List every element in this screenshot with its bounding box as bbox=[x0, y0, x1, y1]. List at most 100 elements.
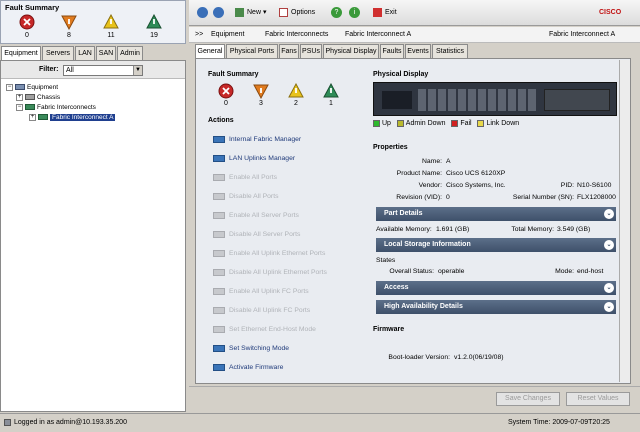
tab-fans[interactable]: Fans bbox=[279, 44, 299, 58]
forward-button[interactable] bbox=[213, 6, 224, 20]
product-name-label: Product Name: bbox=[396, 170, 442, 177]
action-disable-all-uplink-fc-ports[interactable]: Disable All Uplink FC Ports bbox=[213, 306, 310, 316]
chevron-down-icon[interactable]: ▼ bbox=[133, 66, 142, 75]
chassis-icon bbox=[25, 94, 35, 101]
chevron-down-icon[interactable]: ⌄ bbox=[604, 209, 614, 219]
firmware-title: Firmware bbox=[373, 326, 405, 333]
expand-icon[interactable]: + bbox=[16, 93, 23, 101]
options-button[interactable]: Options bbox=[279, 6, 315, 20]
tab-lan[interactable]: LAN bbox=[75, 46, 95, 60]
breadcrumb-prefix: >> bbox=[195, 31, 204, 38]
tab-general[interactable]: General bbox=[195, 44, 225, 58]
action-enable-all-uplink-ethernet-ports[interactable]: Enable All Uplink Ethernet Ports bbox=[213, 249, 325, 259]
expand-icon[interactable]: + bbox=[29, 113, 36, 121]
major-fault-icon[interactable] bbox=[61, 14, 77, 30]
critical-fault-icon[interactable] bbox=[19, 14, 35, 30]
minor-fault-icon[interactable] bbox=[103, 14, 119, 30]
forward-arrow-icon bbox=[213, 6, 224, 18]
pid-value: N10-S6100 bbox=[577, 182, 612, 189]
vendor-value: Cisco Systems, Inc. bbox=[446, 182, 506, 189]
port-legend: Up Admin Down Fail Link Down bbox=[373, 120, 519, 127]
admin-down-swatch bbox=[396, 120, 404, 127]
access-bar[interactable]: Access ⌄ bbox=[376, 281, 616, 295]
warning-fault-icon[interactable] bbox=[146, 14, 162, 30]
back-button[interactable] bbox=[197, 6, 208, 20]
states-label: States bbox=[376, 257, 396, 264]
major-fault-icon[interactable] bbox=[253, 83, 269, 99]
action-enable-all-ports[interactable]: Enable All Ports bbox=[213, 173, 277, 183]
action-enable-all-uplink-fc-ports[interactable]: Enable All Uplink FC Ports bbox=[213, 287, 309, 297]
tab-psus[interactable]: PSUs bbox=[300, 44, 322, 58]
new-menu-button[interactable]: New ▾ bbox=[235, 6, 266, 20]
left-fault-summary: Fault Summary 0 8 11 19 bbox=[0, 0, 186, 44]
exit-button[interactable]: Exit bbox=[373, 6, 397, 20]
tab-events[interactable]: Events bbox=[405, 44, 431, 58]
legend-up: Up bbox=[373, 120, 391, 127]
equipment-icon bbox=[15, 84, 25, 91]
action-disable-all-ports[interactable]: Disable All Ports bbox=[213, 192, 279, 202]
action-set-ethernet-end-host-mode[interactable]: Set Ethernet End-Host Mode bbox=[213, 325, 316, 335]
collapse-icon[interactable]: − bbox=[16, 103, 23, 111]
part-details-bar[interactable]: Part Details ⌄ bbox=[376, 207, 616, 221]
action-lan-uplinks-manager[interactable]: LAN Uplinks Manager bbox=[213, 154, 295, 164]
tab-physical-display[interactable]: Physical Display bbox=[323, 44, 379, 58]
chevron-down-icon[interactable]: ⌄ bbox=[604, 283, 614, 293]
tree-item-fabric-interconnects[interactable]: − Fabric Interconnects bbox=[16, 103, 96, 112]
action-disable-all-server-ports[interactable]: Disable All Server Ports bbox=[213, 230, 300, 240]
local-storage-bar[interactable]: Local Storage Information ⌄ bbox=[376, 238, 616, 252]
actions-title: Actions bbox=[208, 117, 234, 124]
action-disable-all-uplink-ethernet-ports[interactable]: Disable All Uplink Ethernet Ports bbox=[213, 268, 327, 278]
filter-select[interactable]: All ▼ bbox=[63, 65, 143, 76]
warning-fault-icon[interactable] bbox=[323, 83, 339, 99]
tab-servers[interactable]: Servers bbox=[42, 46, 74, 60]
bootloader-version-label: Boot-loader Version: bbox=[388, 354, 450, 361]
minor-fault-icon[interactable] bbox=[288, 83, 304, 99]
tab-statistics[interactable]: Statistics bbox=[432, 44, 468, 58]
action-internal-fabric-manager[interactable]: Internal Fabric Manager bbox=[213, 135, 301, 145]
action-icon bbox=[213, 363, 225, 371]
breadcrumb-item-equipment[interactable]: Equipment bbox=[211, 27, 244, 43]
mode-value: end-host bbox=[577, 268, 604, 275]
major-count: 8 bbox=[67, 32, 71, 39]
info-button[interactable]: i bbox=[349, 6, 360, 20]
vertical-scrollbar[interactable] bbox=[619, 60, 630, 382]
action-enable-all-server-ports[interactable]: Enable All Server Ports bbox=[213, 211, 299, 221]
info-icon: i bbox=[349, 6, 360, 18]
mode-label: Mode: bbox=[555, 268, 574, 275]
collapse-icon[interactable]: − bbox=[6, 83, 13, 91]
chevron-down-icon[interactable]: ⌄ bbox=[604, 240, 614, 250]
tab-physical-ports[interactable]: Physical Ports bbox=[226, 44, 278, 58]
reset-values-button[interactable]: Reset Values bbox=[566, 392, 630, 406]
help-button[interactable]: ? bbox=[331, 6, 342, 20]
total-memory-label: Total Memory: bbox=[511, 226, 554, 233]
help-icon: ? bbox=[331, 6, 342, 18]
ethernet-ports[interactable] bbox=[418, 89, 538, 111]
filter-label: Filter: bbox=[39, 66, 59, 73]
expansion-module bbox=[544, 89, 610, 111]
general-minor-count: 2 bbox=[294, 100, 298, 107]
tab-admin[interactable]: Admin bbox=[117, 46, 143, 60]
action-icon bbox=[213, 230, 225, 238]
action-activate-firmware[interactable]: Activate Firmware bbox=[213, 363, 283, 373]
save-changes-button[interactable]: Save Changes bbox=[496, 392, 560, 406]
properties-title: Properties bbox=[373, 144, 408, 151]
tab-equipment[interactable]: Equipment bbox=[1, 46, 41, 60]
tree-item-fabric-interconnect-a[interactable]: + Fabric Interconnect A bbox=[29, 113, 116, 122]
high-availability-bar[interactable]: High Availability Details ⌄ bbox=[376, 300, 616, 314]
new-icon bbox=[235, 7, 244, 17]
breadcrumb-item-fabric-interconnect-a[interactable]: Fabric Interconnect A bbox=[345, 27, 411, 43]
critical-fault-icon[interactable] bbox=[218, 83, 234, 99]
available-memory-value: 1.691 (GB) bbox=[436, 226, 470, 233]
tab-san[interactable]: SAN bbox=[96, 46, 116, 60]
warning-count: 19 bbox=[150, 32, 158, 39]
main-tabs: General Physical Ports Fans PSUs Physica… bbox=[189, 44, 640, 58]
tab-faults[interactable]: Faults bbox=[380, 44, 404, 58]
tree-item-equipment[interactable]: − Equipment bbox=[6, 83, 58, 92]
tree-item-chassis[interactable]: + Chassis bbox=[16, 93, 60, 102]
cisco-logo: CISCO bbox=[599, 9, 622, 16]
action-set-switching-mode[interactable]: Set Switching Mode bbox=[213, 344, 289, 354]
chevron-down-icon[interactable]: ⌄ bbox=[604, 302, 614, 312]
breadcrumb-item-fabric-interconnects[interactable]: Fabric Interconnects bbox=[265, 27, 328, 43]
switch-faceplate-image[interactable] bbox=[373, 82, 617, 116]
legend-admin-down: Admin Down bbox=[396, 120, 445, 127]
